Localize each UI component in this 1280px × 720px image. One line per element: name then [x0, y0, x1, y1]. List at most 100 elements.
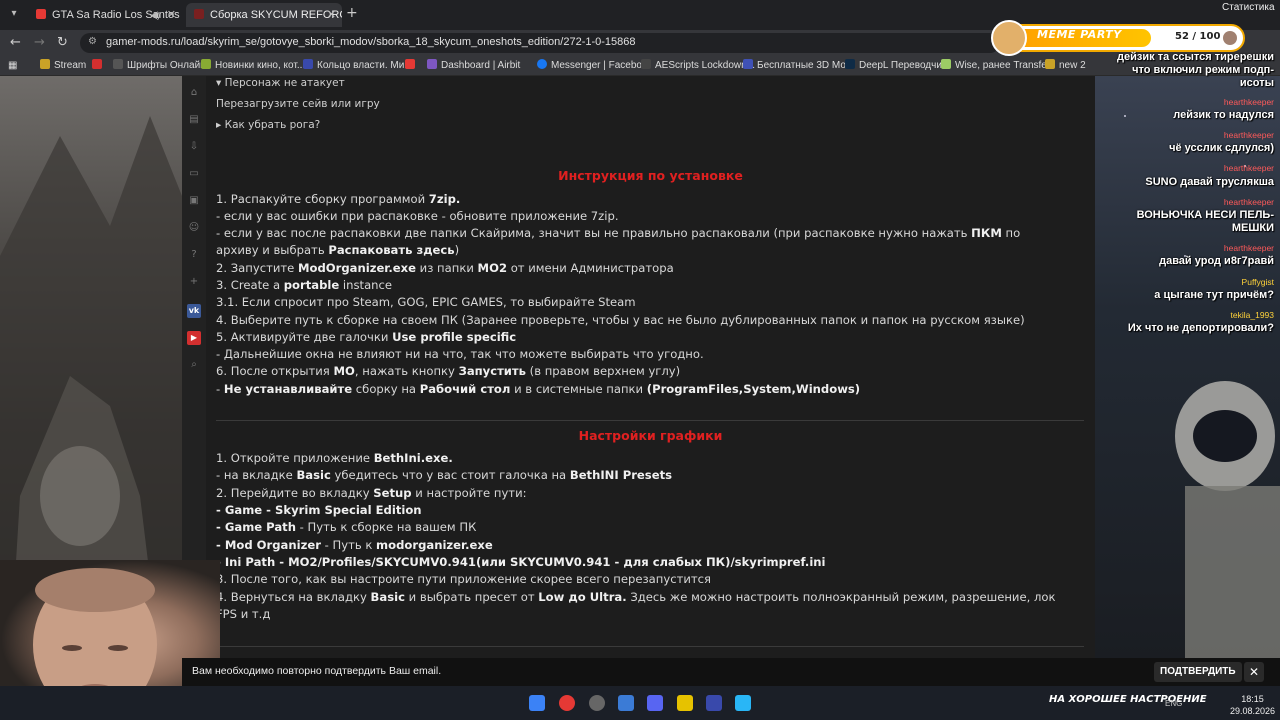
chrome-icon[interactable] [559, 695, 575, 711]
bookmark-deepl[interactable]: DeepL Переводчик [845, 59, 946, 73]
chat-message: МЕШКИ [1231, 222, 1274, 234]
back-icon[interactable]: ← [10, 35, 21, 51]
files-icon[interactable]: ▭ [187, 167, 201, 181]
youtube-icon[interactable]: ▶ [187, 331, 201, 345]
screen: { "browser": { "tabs": [ {"label": "GTA … [0, 0, 1280, 720]
graphics-line: 3. После того, как вы настроите пути при… [216, 572, 711, 586]
confirm-button[interactable]: ПОДТВЕРДИТЬ [1154, 662, 1242, 682]
search-icon[interactable]: ⌕ [187, 358, 201, 372]
help-icon[interactable]: ? [187, 248, 201, 262]
section-divider [216, 420, 1084, 421]
users-icon[interactable]: ☺ [187, 221, 201, 235]
language-indicator[interactable]: ENG [1165, 699, 1182, 708]
clock-time: 18:15 [1241, 694, 1264, 704]
install-line: 3.1. Если спросит про Steam, GOG, EPIC G… [216, 295, 636, 309]
app-icon[interactable] [677, 695, 693, 711]
bookmark-gmail[interactable] [405, 59, 419, 73]
chat-message: ВОНЬЮЧКА НЕСИ ПЕЛЬ- [1136, 209, 1274, 221]
discord-icon[interactable] [647, 695, 663, 711]
gmail-icon [405, 59, 415, 69]
windows-start-icon[interactable] [529, 695, 545, 711]
obs-icon[interactable] [589, 695, 605, 711]
install-line: 2. Запустите ModOrganizer.exe из папки M… [216, 261, 674, 275]
bookmark-airbit[interactable]: Dashboard | Airbit [427, 59, 520, 73]
chat-username: tekila_1993 [1230, 310, 1274, 320]
install-line: - Не устанавливайте сборку на Рабочий ст… [216, 382, 861, 396]
install-line: 3. Create a portable instance [216, 278, 393, 292]
chat-message: лейзик то надулся [1173, 109, 1274, 121]
bookmark-rings[interactable]: Кольцо власти. Ми... [303, 59, 413, 73]
folder-icon [40, 59, 50, 69]
reload-icon[interactable]: ↻ [57, 35, 68, 51]
tab-label: Сборка SKYCUM REFORGE [18 [210, 9, 342, 21]
site-info-icon[interactable]: ⚙ [88, 36, 100, 48]
app-icon[interactable] [735, 695, 751, 711]
meme-count: 52 / 100 [1175, 31, 1221, 42]
youtube-icon [36, 9, 46, 19]
mail-icon [92, 59, 102, 69]
article-content: ▾ Персонаж не атакует Перезагрузите сейв… [206, 76, 1095, 660]
images-icon[interactable]: ▣ [187, 194, 201, 208]
mood-banner: НА ХОРОШЕЕ НАСТРОЕНИЕ [1049, 694, 1207, 705]
spoiler-no-attack[interactable]: ▾ Персонаж не атакует [216, 75, 345, 92]
facebook-icon [537, 59, 547, 69]
r-icon [303, 59, 313, 69]
clock[interactable]: 18:15 29.08.2026 [1230, 693, 1275, 717]
bookmarks-bar: ▦ Stream Шрифты Онлайн Новинки кино, кот… [0, 56, 1280, 76]
url-text: gamer-mods.ru/load/skyrim_se/gotovye_sbo… [106, 36, 636, 48]
spoiler-text: Перезагрузите сейв или игру [216, 98, 380, 110]
close-icon[interactable]: ✕ [1244, 662, 1264, 682]
graphics-line: - на вкладке Basic убедитесь что у вас с… [216, 468, 673, 482]
chat-username: hearthkeeper [1223, 163, 1274, 173]
close-tab-icon[interactable]: ✕ [167, 3, 176, 27]
bookmark-movies[interactable]: Новинки кино, кот... [201, 59, 305, 73]
bookmark-stream[interactable]: Stream [40, 59, 86, 73]
deepl-icon [845, 59, 855, 69]
tab-search-icon[interactable]: ▾ [6, 6, 22, 22]
add-icon[interactable]: + [187, 275, 201, 289]
bookmark-3d[interactable]: Бесплатные 3D Мо... [743, 59, 854, 73]
bookmark-mail[interactable] [92, 59, 106, 73]
bookmark-messenger[interactable]: Messenger | Facebo... [537, 59, 650, 73]
email-confirm-notification: Вам необходимо повторно подтвердить Ваш … [182, 658, 1280, 686]
vk-icon[interactable]: vk [187, 304, 201, 318]
chat-message: исоты [1239, 77, 1274, 89]
doge-icon [991, 20, 1027, 56]
news-icon[interactable]: ▤ [187, 113, 201, 127]
bookmark-new2[interactable]: new 2 [1045, 59, 1086, 73]
graphics-heading: Настройки графики [578, 428, 723, 443]
site-favicon-icon [194, 9, 204, 19]
app-icon[interactable] [618, 695, 634, 711]
bookmark-wise[interactable]: Wise, ранее Transfe... [941, 59, 1055, 73]
chat-message: а цыгане тут причём? [1154, 289, 1274, 301]
bookmark-fonts[interactable]: Шрифты Онлайн [113, 59, 206, 73]
save-icon[interactable] [706, 695, 722, 711]
bookmark-aescripts[interactable]: AEScripts Lockdown... [641, 59, 755, 73]
apps-icon[interactable]: ▦ [8, 59, 17, 73]
new-tab-icon[interactable]: + [346, 5, 358, 21]
speaker-icon[interactable]: ◀) [150, 3, 160, 27]
address-bar[interactable]: ⚙ gamer-mods.ru/load/skyrim_se/gotovye_s… [80, 33, 1000, 53]
chat-message: давай урод и8г7равй [1159, 255, 1274, 267]
graphics-line: - Ini Path - MO2/Profiles/SKYCUMV0.941(и… [216, 555, 826, 569]
chat-message: дейзик та ссытся тиререшки [1117, 51, 1274, 63]
forward-icon[interactable]: → [34, 35, 45, 51]
chat-username: hearthkeeper [1223, 97, 1274, 107]
aescripts-icon [641, 59, 651, 69]
graphics-line: - Game Path - Путь к сборке на вашем ПК [216, 520, 477, 534]
close-tab-icon[interactable]: ✕ [327, 3, 336, 27]
graphics-line: - Game - Skyrim Special Edition [216, 503, 422, 517]
tab-label: GTA Sa Radio Los Santos Sc [52, 9, 182, 21]
section-divider [216, 646, 1084, 647]
3d-icon [743, 59, 753, 69]
folder-icon [1045, 59, 1055, 69]
download-icon[interactable]: ⇩ [187, 140, 201, 154]
tab-radio[interactable]: GTA Sa Radio Los Santos Sc ◀) ✕ [28, 3, 182, 27]
notification-text: Вам необходимо повторно подтвердить Ваш … [192, 665, 442, 677]
tab-skycum[interactable]: Сборка SKYCUM REFORGE [18 ✕ [186, 3, 342, 27]
home-icon[interactable]: ⌂ [187, 86, 201, 100]
chat-message: SUNO давай труслякша [1145, 176, 1274, 188]
install-line: 4. Выберите путь к сборке на своем ПК (З… [216, 313, 1025, 327]
spoiler-remove-horns[interactable]: ▸ Как убрать рога? [216, 117, 320, 134]
graphics-line: 4. Вернуться на вкладку Basic и выбрать … [216, 590, 1056, 604]
